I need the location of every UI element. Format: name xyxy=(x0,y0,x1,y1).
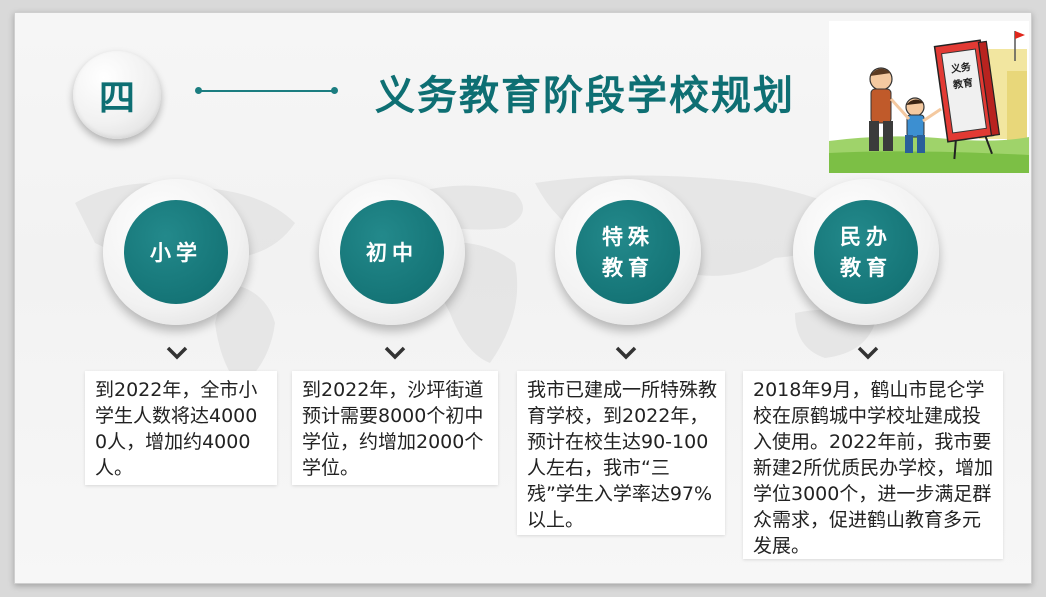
section-number-badge: 四 xyxy=(73,51,161,139)
category-circle-special: 特殊 教育 xyxy=(555,179,701,325)
description-text-middle: 到2022年，沙坪街道预计需要8000个初中学位，约增加2000个学位。 xyxy=(302,379,484,479)
chevron-down-icon xyxy=(857,346,879,360)
category-circle-private: 民办 教育 xyxy=(793,179,939,325)
section-number: 四 xyxy=(98,77,135,119)
description-card-middle: 到2022年，沙坪街道预计需要8000个初中学位，约增加2000个学位。 xyxy=(292,371,498,485)
category-circle-middle-inner: 初中 xyxy=(340,200,444,304)
description-card-primary: 到2022年，全市小学生人数将达40000人，增加约4000人。 xyxy=(85,371,277,485)
category-circle-private-inner: 民办 教育 xyxy=(814,200,918,304)
chevron-down-icon xyxy=(384,346,406,360)
chevron-down-icon xyxy=(615,346,637,360)
category-circle-primary-inner: 小学 xyxy=(124,200,228,304)
category-label-private: 民办 教育 xyxy=(840,224,892,280)
page-title: 义务教育阶段学校规划 xyxy=(375,73,795,119)
decor-dot-right xyxy=(331,87,338,94)
category-circle-middle: 初中 xyxy=(319,179,465,325)
description-card-special: 我市已建成一所特殊教育学校，到2022年，预计在校生达90-100人左右，我市“… xyxy=(517,371,725,535)
category-label-primary: 小学 xyxy=(150,239,202,265)
slide: 四 义务教育阶段学校规划 义务 教育 小学 初中 特殊 教育 民办 教育 到20… xyxy=(14,12,1032,584)
category-circle-primary: 小学 xyxy=(103,179,249,325)
father-son-book-illustration: 义务 教育 xyxy=(829,21,1029,173)
chevron-down-icon xyxy=(166,346,188,360)
category-label-middle: 初中 xyxy=(366,239,418,265)
description-text-special: 我市已建成一所特殊教育学校，到2022年，预计在校生达90-100人左右，我市“… xyxy=(527,379,718,531)
decor-line xyxy=(197,90,335,92)
description-text-primary: 到2022年，全市小学生人数将达40000人，增加约4000人。 xyxy=(95,379,258,479)
description-card-private: 2018年9月，鹤山市昆仑学校在原鹤城中学校址建成投入使用。2022年前，我市要… xyxy=(743,371,1003,559)
description-text-private: 2018年9月，鹤山市昆仑学校在原鹤城中学校址建成投入使用。2022年前，我市要… xyxy=(753,379,994,557)
category-label-special: 特殊 教育 xyxy=(602,224,654,280)
category-circle-special-inner: 特殊 教育 xyxy=(576,200,680,304)
